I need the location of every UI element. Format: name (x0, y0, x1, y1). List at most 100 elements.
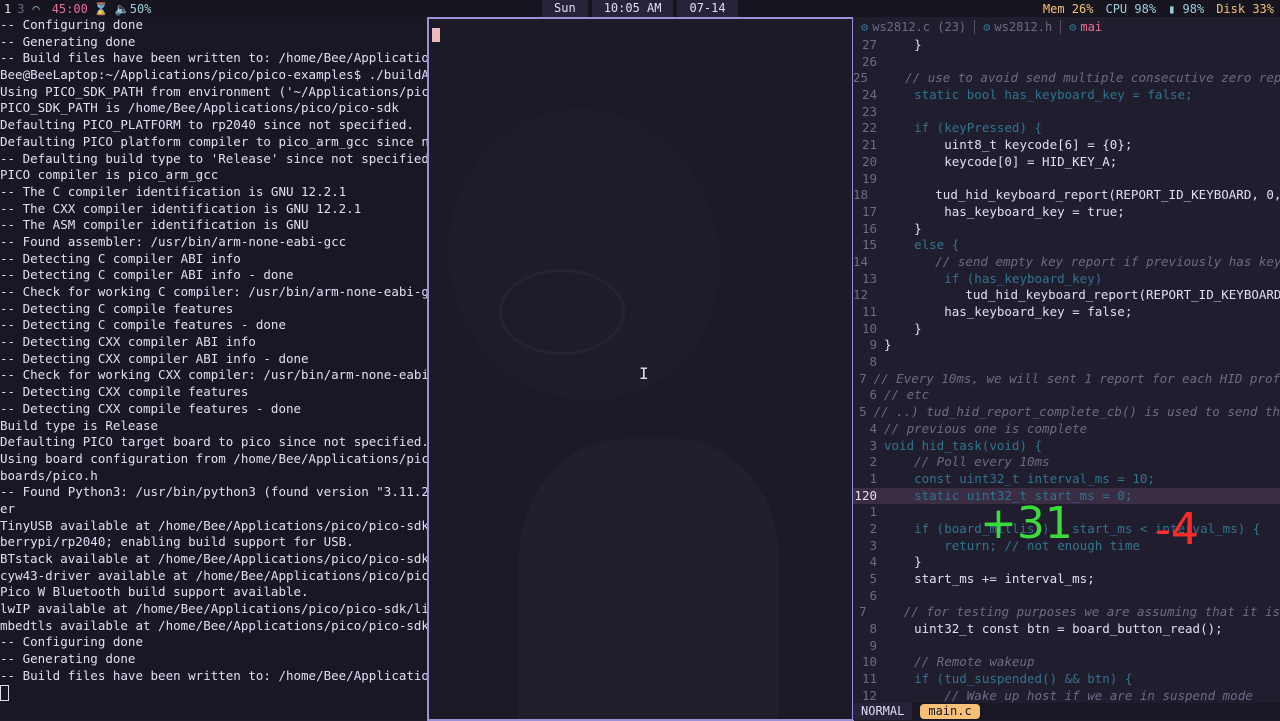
line-number: 20 (861, 153, 877, 169)
volume-value: 50% (129, 1, 152, 16)
mouse-ibeam-icon: I (639, 364, 649, 383)
code-line: 24 static bool has_keyboard_key = false; (853, 87, 1280, 104)
line-number: 120 (854, 487, 877, 503)
code-text: keycode[0] = HID_KEY_A; (884, 153, 1118, 169)
terminal-line: -- Generating done (0, 33, 136, 49)
line-number: 6 (869, 387, 877, 403)
code-text: // etc (884, 387, 930, 403)
terminal-line: cyw43-driver available at /home/Bee/Appl… (0, 567, 428, 583)
speaker-icon: 🔈 (114, 1, 130, 16)
line-number: 27 (861, 37, 877, 52)
terminal-line: -- Detecting CXX compile features - done (0, 400, 302, 416)
line-number: 15 (861, 237, 877, 253)
terminal-line: -- Configuring done (0, 634, 143, 650)
code-text: if (tud_suspended() && btn) { (884, 671, 1133, 687)
editor-code-area[interactable]: 27 } 26 25 // use to avoid send multiple c… (853, 37, 1280, 705)
terminal-line: PICO_SDK_PATH is /home/Bee/Applications/… (0, 100, 399, 116)
system-stats: Mem 26% CPU 98% ▮ 98% Disk 33% (1037, 0, 1280, 17)
terminal-left[interactable]: -- Configuring done -- Generating done -- … (0, 17, 428, 720)
code-text: // Poll every 10ms (884, 454, 1050, 470)
code-text: start_ms += interval_ms; (884, 571, 1095, 586)
line-number: 10 (861, 320, 877, 336)
code-line: 9 (853, 638, 1280, 655)
battery-stat: ▮ 98% (1162, 2, 1210, 16)
terminal-line: -- Build files have been written to: /ho… (0, 50, 428, 66)
battery-icon: ▮ (1168, 1, 1183, 16)
terminal-line: -- Detecting C compile features (0, 300, 234, 316)
code-text: // previous one is complete (884, 420, 1088, 436)
code-line: 17 has_keyboard_key = true; (853, 204, 1280, 221)
line-number: 18 (853, 187, 869, 203)
code-line: 14 // send empty key report if previousl… (853, 254, 1280, 271)
terminal-line: -- Detecting CXX compiler ABI info (0, 334, 256, 350)
line-number: 7 (859, 370, 867, 386)
code-text: uint8_t keycode[6] = {0}; (884, 137, 1133, 153)
top-status-bar: 1 3 ◠ 45:00 ⌛ 🔈50% Sun 10:05 AM 07-14 Me… (0, 0, 1280, 17)
line-number: 16 (861, 220, 877, 236)
c-file-icon: ⚙ (861, 20, 869, 34)
code-line: 10 // Remote wakeup (853, 654, 1280, 671)
workspace-1-button[interactable]: 1 (0, 2, 13, 16)
terminal-line: TinyUSB available at /home/Bee/Applicati… (0, 517, 428, 533)
terminal-line: Using board configuration from /home/Bee… (0, 450, 428, 466)
line-number: 8 (869, 354, 877, 370)
code-text: // use to avoid send multiple consecutiv… (875, 70, 1280, 86)
terminal-middle[interactable]: I (427, 17, 854, 721)
terminal-line: BTstack available at /home/Bee/Applicati… (0, 551, 428, 566)
code-line: 4 // previous one is complete (853, 421, 1280, 438)
code-line: 6 (853, 588, 1280, 605)
workspace-3-button[interactable]: 3 (13, 2, 26, 16)
date-label: 07-14 (677, 0, 738, 17)
terminal-line: -- Detecting C compiler ABI info - done (0, 267, 294, 283)
code-line: 18 tud_hid_keyboard_report(REPORT_ID_KEY… (853, 187, 1280, 204)
code-text: } (884, 337, 892, 353)
battery-value: 98% (1182, 1, 1205, 16)
code-line: 4 } (853, 554, 1280, 571)
code-line: 23 (853, 104, 1280, 121)
wallpaper-art-eye (499, 269, 625, 355)
code-text: tud_hid_keyboard_report(REPORT_ID_KEYBOA… (875, 187, 1280, 203)
cpu-stat: CPU 98% (1105, 1, 1157, 16)
terminal-line: mbedtls available at /home/Bee/Applicati… (0, 617, 428, 633)
line-number: 1 (869, 504, 877, 520)
line-number: 12 (853, 287, 869, 303)
code-text: if (keyPressed) { (884, 120, 1043, 136)
line-number: 24 (861, 87, 877, 103)
editor-tab[interactable]: ⚙ ws2812.c (23) (853, 20, 974, 34)
lines-added-overlay: +31 (980, 498, 1073, 549)
line-number: 3 (869, 537, 877, 553)
line-number: 6 (869, 587, 877, 603)
code-text: // Wake up host if we are in suspend mod… (884, 687, 1253, 703)
code-text: } (884, 220, 922, 236)
editor-tab[interactable]: ⚙ mai (1061, 20, 1110, 34)
code-text: void hid_task(void) { (884, 437, 1043, 453)
line-number: 13 (861, 270, 877, 286)
code-editor[interactable]: ⚙ ws2812.c (23) ⚙ ws2812.h ⚙ mai 27 } 26 25 // … (853, 17, 1280, 720)
terminal-line: Build type is Release (0, 417, 159, 433)
code-line: 3 void hid_task(void) { (853, 438, 1280, 455)
line-number: 25 (853, 70, 869, 86)
editor-tab[interactable]: ⚙ ws2812.h (975, 20, 1060, 34)
volume-indicator[interactable]: 🔈50% (109, 2, 158, 16)
code-line: 13 if (has_keyboard_key) (853, 271, 1280, 288)
code-text: static bool has_keyboard_key = false; (884, 87, 1193, 103)
terminal-line: berrypi/rp2040; enabling build support f… (0, 534, 354, 550)
terminal-line: -- Generating done (0, 651, 136, 667)
code-line: 9} (853, 337, 1280, 354)
code-text: if (has_keyboard_key) (884, 270, 1103, 286)
code-line: 5 // ..) tud_hid_report_complete_cb() is … (853, 404, 1280, 421)
lines-removed-overlay: -4 (1155, 504, 1199, 555)
terminal-line: boards/pico.h (0, 467, 98, 483)
line-number: 23 (861, 103, 877, 119)
code-line: 27 } (853, 37, 1280, 54)
code-line: 8 (853, 354, 1280, 371)
line-number: 22 (861, 120, 877, 136)
terminal-cursor (0, 685, 9, 701)
code-line: 10 } (853, 321, 1280, 338)
code-line: 7 // for testing purposes we are assumin… (853, 604, 1280, 621)
line-number: 5 (869, 571, 877, 586)
terminal-line: Defaulting PICO target board to pico sin… (0, 434, 428, 450)
code-line: 25 // use to avoid send multiple consecu… (853, 70, 1280, 87)
wifi-icon: ◠ (32, 1, 40, 16)
terminal-line: -- Found assembler: /usr/bin/arm-none-ea… (0, 233, 347, 249)
